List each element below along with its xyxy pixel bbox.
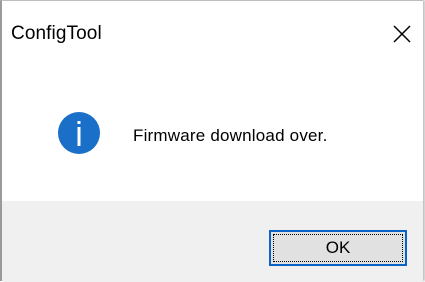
button-bar: OK [2,201,423,282]
message-text: Firmware download over. [133,126,328,145]
close-icon [393,25,411,43]
ok-button[interactable]: OK [269,230,407,266]
close-button[interactable] [387,19,417,49]
title-bar[interactable]: ConfigTool [2,1,423,61]
dialog-content: Firmware download over. [2,61,423,201]
window-title: ConfigTool [11,23,102,44]
message-dialog: ConfigTool Firmware download over. OK [0,0,423,282]
info-icon [58,112,100,154]
